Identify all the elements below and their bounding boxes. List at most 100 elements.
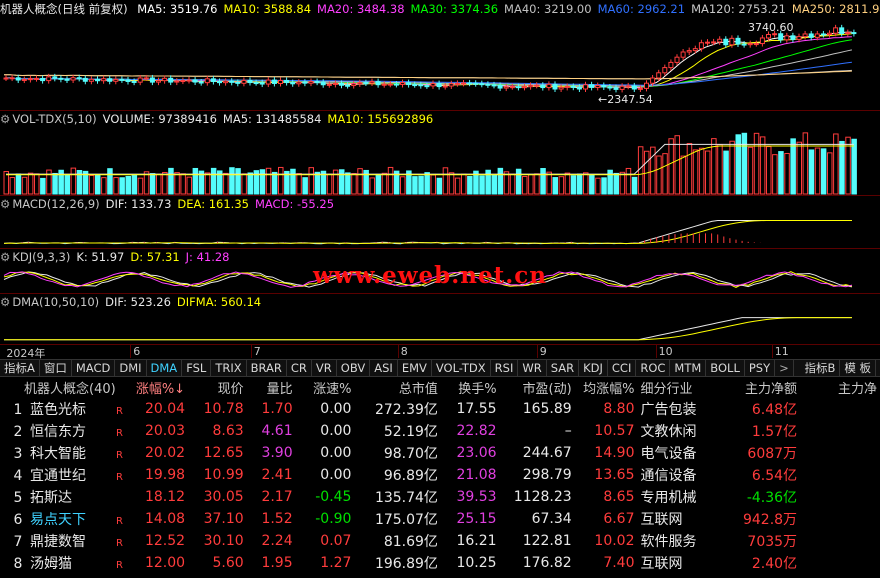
volume-bar — [9, 177, 16, 195]
tab-macd[interactable]: MACD — [72, 360, 116, 376]
candle-body — [290, 82, 296, 85]
table-row[interactable]: 5 拓斯达 18.12 30.05 2.17 -0.45 135.74亿 39.53 1128.… — [0, 486, 880, 508]
market-cap-cell: 272.39亿 — [374, 402, 438, 418]
table-row[interactable]: 4 宜通世纪 R 19.98 10.99 2.41 0.00 96.89亿 21.08 298.7… — [0, 464, 880, 486]
dma-chart[interactable] — [0, 311, 880, 344]
settings-icon[interactable]: ⚙ — [0, 250, 10, 264]
price-cell: 37.10 — [203, 511, 244, 527]
column-header-4[interactable]: 涨速% — [296, 376, 355, 398]
main-net-cell: 1.57亿 — [751, 424, 798, 440]
volume-bar — [204, 172, 211, 195]
tab-vr[interactable]: VR — [312, 360, 337, 376]
candle-body — [369, 81, 375, 84]
candle-body — [784, 35, 790, 41]
column-header-1[interactable]: 涨幅%↓ — [129, 376, 188, 398]
candle-body — [833, 27, 839, 34]
tab-rsi[interactable]: RSI — [491, 360, 519, 376]
tab-窗口[interactable]: 窗口 — [40, 360, 72, 376]
tab-brar[interactable]: BRAR — [247, 360, 287, 376]
candle-body — [34, 77, 39, 80]
column-header-5[interactable]: 总市值 — [354, 376, 440, 398]
tab-dmi[interactable]: DMI — [115, 360, 147, 376]
table-row[interactable]: 6 易点天下 R 14.08 37.10 1.52 -0.90 175.07亿 25.15 67.… — [0, 508, 880, 530]
candle-body — [113, 78, 119, 82]
volume-ratio-cell: 3.90 — [261, 445, 293, 461]
stock-name-cell: 7 鼎捷数智 R — [13, 534, 123, 550]
candle-body — [656, 72, 662, 79]
settings-icon[interactable]: ⚙ — [0, 295, 10, 309]
volume-bar — [491, 174, 497, 195]
price-high-label: 3740.60 — [748, 21, 794, 34]
candle-body — [332, 82, 338, 85]
industry-cell: 电气设备 — [640, 446, 697, 462]
column-header-0[interactable]: 机器人概念(40) — [0, 376, 129, 398]
main-net-cell: 6.54亿 — [751, 468, 798, 484]
column-header-3[interactable]: 量比 — [247, 376, 296, 398]
column-header-9[interactable]: 细分行业 — [638, 376, 727, 398]
price-cell: 12.65 — [203, 445, 244, 461]
volume-bar — [70, 167, 77, 195]
candle-body — [576, 86, 582, 90]
tab-指标a[interactable]: 指标A — [0, 360, 40, 376]
column-header-10[interactable]: 主力净额 — [726, 376, 800, 398]
tab-vol-tdx[interactable]: VOL-TDX — [432, 360, 491, 376]
column-header-6[interactable]: 换手% — [441, 376, 500, 398]
settings-icon[interactable]: ⚙ — [0, 112, 10, 126]
table-row[interactable]: 1 蓝色光标 R 20.04 10.78 1.70 0.00 272.39亿 17.55 165.… — [0, 398, 880, 420]
candle-body — [46, 76, 52, 82]
volume-bar — [808, 149, 815, 195]
tab-kdj[interactable]: KDJ — [579, 360, 608, 376]
volume-bar — [27, 172, 34, 195]
tab-mtm[interactable]: MTM — [670, 360, 707, 376]
column-header-11[interactable]: 主力净 — [800, 376, 880, 398]
volume-bar — [229, 167, 235, 195]
table-row[interactable]: 3 科大智能 R 20.02 12.65 3.90 0.00 98.70亿 23.06 244.6… — [0, 442, 880, 464]
volume-bar — [137, 177, 144, 195]
tab-scroll-right-icon[interactable]: > — [775, 360, 794, 376]
settings-icon[interactable]: ⚙ — [0, 197, 10, 211]
volume-bar — [442, 167, 449, 195]
tab-template[interactable]: 模 板 — [840, 360, 876, 376]
volume-ratio-cell: 4.61 — [261, 423, 293, 439]
candle-body — [589, 84, 595, 88]
tab-dma[interactable]: DMA — [147, 360, 183, 376]
tab-roc[interactable]: ROC — [636, 360, 671, 376]
candle-body — [143, 77, 149, 80]
table-row[interactable]: 8 汤姆猫 R 12.00 5.60 1.95 1.27 196.89亿 10.25 176.82… — [0, 552, 880, 574]
tab-boll[interactable]: BOLL — [706, 360, 745, 376]
volume-bar — [540, 168, 546, 195]
turnover-cell: 23.06 — [456, 445, 497, 461]
volume-bar — [637, 146, 644, 195]
tab-trix[interactable]: TRIX — [211, 360, 247, 376]
tab-wr[interactable]: WR — [518, 360, 547, 376]
candle-body — [461, 82, 466, 85]
tab-cr[interactable]: CR — [287, 360, 312, 376]
volume-bar — [412, 176, 418, 195]
dma-legend-item-0: DMA(10,50,10) — [12, 295, 100, 309]
tab-sar[interactable]: SAR — [547, 360, 580, 376]
tab-psy[interactable]: PSY — [745, 360, 776, 376]
volume-bar — [705, 150, 711, 195]
tab-cci[interactable]: CCI — [608, 360, 637, 376]
candle-body — [387, 83, 393, 86]
table-row[interactable]: 7 鼎捷数智 R 12.52 30.10 2.24 0.07 81.69亿 16.21 122.8… — [0, 530, 880, 552]
column-header-7[interactable]: 市盈(动) — [500, 376, 575, 398]
turnover-cell: 17.55 — [456, 401, 497, 417]
tab-asi[interactable]: ASI — [370, 360, 398, 376]
tab-emv[interactable]: EMV — [398, 360, 432, 376]
volume-bar — [692, 149, 699, 195]
volume-bar — [680, 155, 687, 195]
stock-name-cell: 5 拓斯达 — [13, 490, 72, 506]
tab-fsl[interactable]: FSL — [182, 360, 212, 376]
macd-chart[interactable] — [0, 213, 880, 248]
candle-body — [820, 33, 826, 36]
candle-body — [491, 84, 497, 87]
candle-body — [168, 77, 174, 83]
table-row[interactable]: 2 恒信东方 R 20.03 8.63 4.61 0.00 52.19亿 22.82 – 10.57… — [0, 420, 880, 442]
column-header-8[interactable]: 均涨幅% — [575, 376, 638, 398]
column-header-2[interactable]: 现价 — [188, 376, 247, 398]
volume-chart[interactable] — [0, 128, 880, 195]
tab-obv[interactable]: OBV — [337, 360, 371, 376]
volume-bar — [400, 176, 406, 195]
tab-indicator-b[interactable]: 指标B — [800, 360, 841, 376]
